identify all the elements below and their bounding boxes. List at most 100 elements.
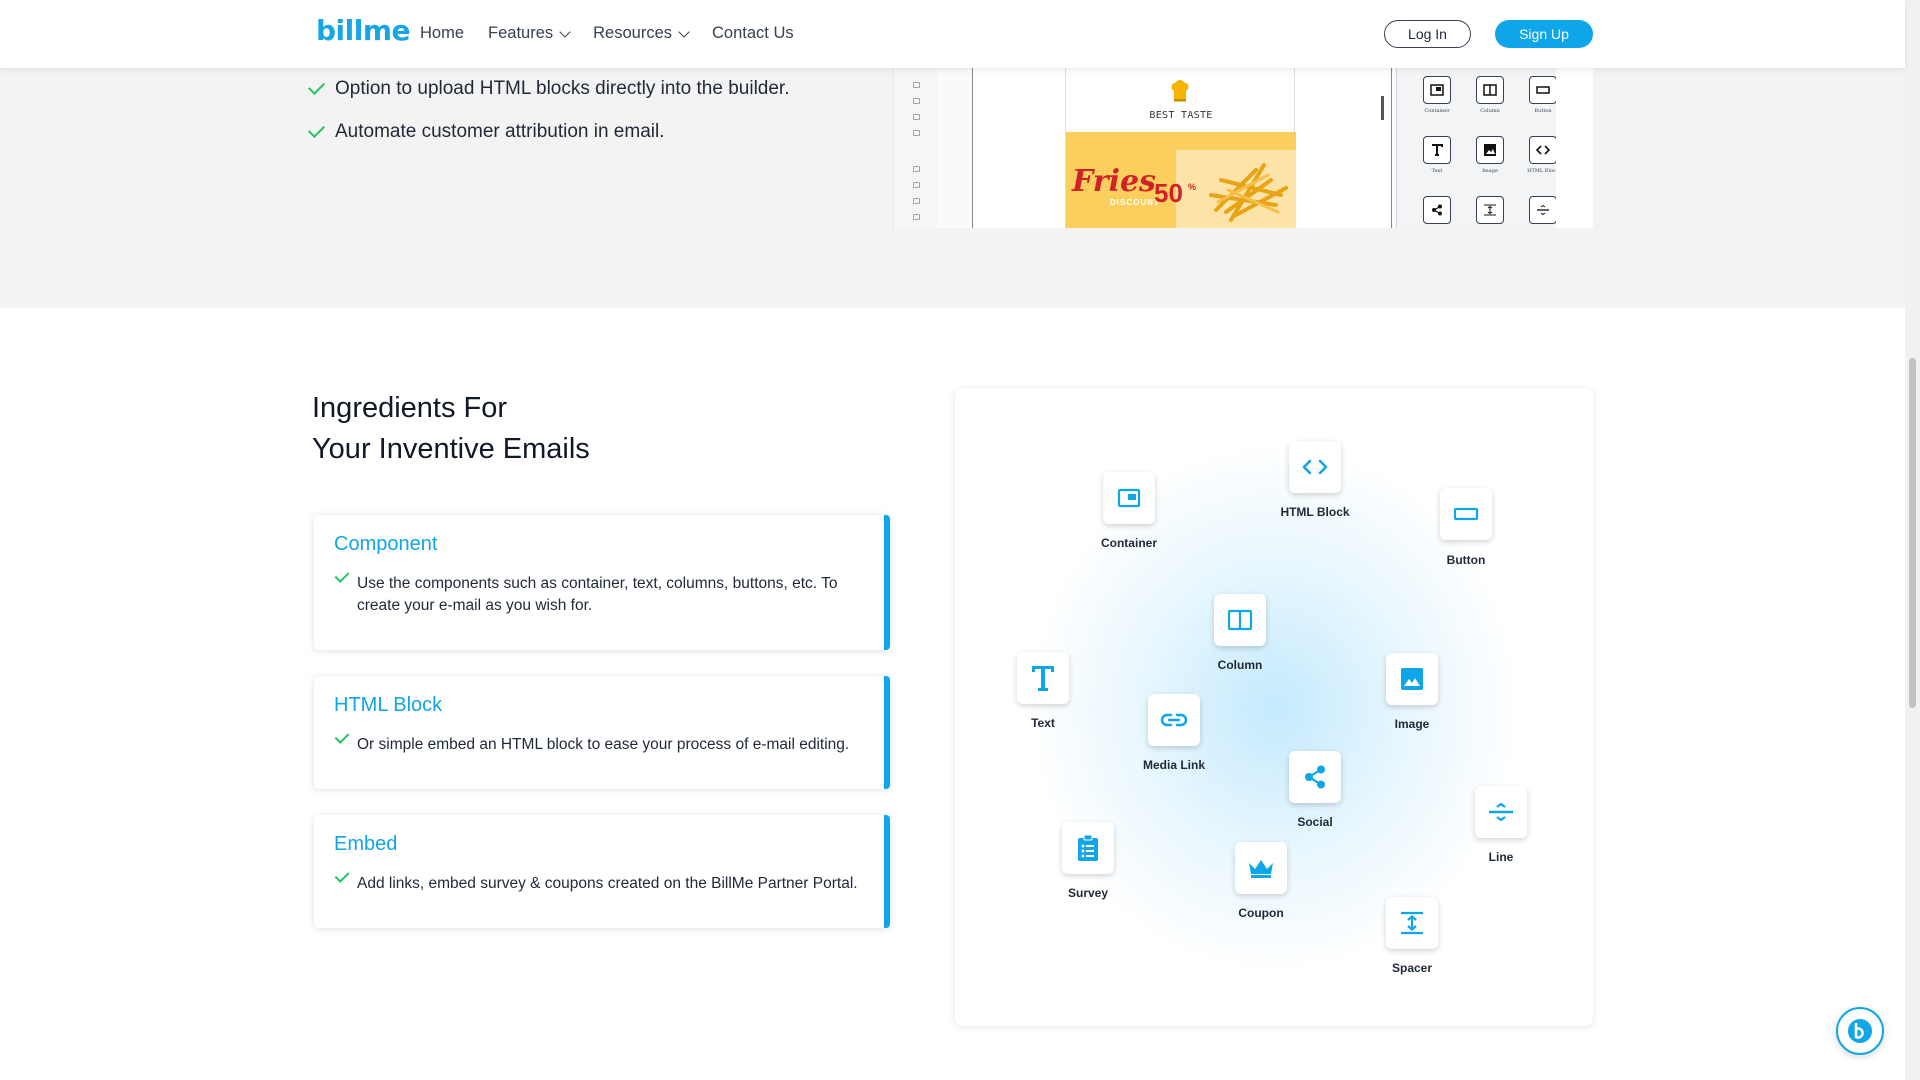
node-label: Column: [1217, 658, 1263, 672]
node-text[interactable]: [1017, 652, 1069, 704]
tool-icon: [913, 214, 920, 220]
node-spacer[interactable]: [1386, 897, 1438, 949]
node-container[interactable]: [1103, 472, 1155, 524]
chevron-down-icon: [678, 25, 690, 38]
feature-text: Option to upload HTML blocks directly in…: [335, 78, 790, 99]
text-icon: [1032, 666, 1054, 691]
node-label: Button: [1446, 553, 1486, 567]
navbar: billme Home Features Resources Contact U…: [0, 0, 1905, 68]
node-coupon[interactable]: [1235, 842, 1287, 894]
card-text: Or simple embed an HTML block to ease yo…: [357, 736, 850, 753]
button-icon: [1453, 507, 1479, 521]
node-button[interactable]: [1440, 488, 1492, 540]
feature-item: Automate customer attribution in email.: [308, 120, 665, 143]
node-image[interactable]: [1386, 653, 1438, 705]
login-button[interactable]: Log In: [1384, 20, 1471, 48]
signup-button[interactable]: Sign Up: [1495, 20, 1593, 48]
divider-icon: [1537, 204, 1549, 216]
panel-html-icon[interactable]: [1529, 136, 1557, 164]
panel-spacer-icon[interactable]: [1476, 196, 1504, 224]
container-icon: [1117, 488, 1141, 508]
tool-icon: [913, 166, 920, 172]
node-label: Survey: [1067, 886, 1109, 900]
builder-tool-sidebar: [894, 68, 938, 228]
node-label: Social: [1297, 815, 1333, 829]
spacer-icon: [1484, 204, 1496, 216]
check-icon: [334, 868, 350, 883]
email-builder-preview: BEST TASTE Fries DISCOUNT 50 % Container…: [893, 68, 1593, 228]
node-survey[interactable]: [1062, 822, 1114, 874]
crown-icon: [1249, 860, 1273, 878]
card-title: Component: [334, 533, 438, 555]
nav-features[interactable]: Features: [488, 24, 571, 43]
html-block-card[interactable]: HTML Block Or simple embed an HTML block…: [314, 676, 890, 789]
node-label: Text: [1031, 716, 1055, 730]
clipboard-icon: [1078, 834, 1098, 861]
tool-icon: [913, 198, 920, 204]
nav-links: Home Features Resources Contact Us: [420, 24, 794, 43]
card-text: Use the components such as container, te…: [357, 575, 838, 614]
heading-line-1: Ingredients For: [312, 392, 508, 424]
node-line[interactable]: [1475, 786, 1527, 838]
code-icon: [1536, 145, 1550, 155]
panel-divider-icon[interactable]: [1529, 196, 1557, 224]
tool-icon: [913, 114, 920, 120]
chat-launcher-button[interactable]: [1836, 1007, 1884, 1055]
card-text: Add links, embed survey & coupons create…: [357, 875, 858, 892]
spacer-icon: [1401, 911, 1423, 935]
node-column[interactable]: [1214, 594, 1266, 646]
container-icon: [1430, 84, 1444, 96]
banner-subtitle: DISCOUNT: [1110, 198, 1160, 207]
node-media-link[interactable]: [1148, 694, 1200, 746]
node-label: Image: [1394, 717, 1430, 731]
chevron-down-icon: [559, 25, 571, 38]
node-label: Line: [1488, 850, 1514, 864]
nav-home[interactable]: Home: [420, 24, 464, 43]
code-icon: [1302, 459, 1328, 475]
node-html-block[interactable]: [1289, 441, 1341, 493]
component-card[interactable]: Component Use the components such as con…: [314, 515, 890, 650]
email-tagline: BEST TASTE: [1149, 110, 1213, 121]
builder-component-panel: Container Column Button Text Image HTML …: [1396, 68, 1559, 228]
builder-right-margin: [1556, 68, 1593, 228]
image-icon: [1401, 668, 1423, 690]
nav-resources-label: Resources: [593, 24, 673, 42]
node-social[interactable]: [1289, 751, 1341, 803]
banner-percent: %: [1188, 182, 1197, 192]
chef-hat-icon: [1171, 80, 1189, 102]
tool-icon: [913, 82, 920, 88]
node-label: Coupon: [1238, 906, 1284, 920]
nav-resources[interactable]: Resources: [593, 24, 690, 43]
node-label: Media Link: [1142, 758, 1205, 772]
node-label: HTML Block: [1280, 505, 1350, 519]
check-icon: [334, 568, 350, 583]
panel-button-icon[interactable]: [1529, 76, 1557, 104]
share-icon: [1305, 765, 1325, 789]
canvas-scrollbar[interactable]: [1381, 96, 1384, 120]
tool-icon: [913, 98, 920, 104]
embed-card[interactable]: Embed Add links, embed survey & coupons …: [314, 815, 890, 928]
heading-line-2: Your Inventive Emails: [312, 433, 590, 465]
node-label: Spacer: [1391, 961, 1433, 975]
text-icon: [1432, 144, 1443, 156]
panel-image-icon[interactable]: [1476, 136, 1504, 164]
panel-share-icon[interactable]: [1423, 196, 1451, 224]
chat-logo-icon: [1848, 1019, 1872, 1043]
scrollbar-thumb[interactable]: [1909, 358, 1916, 708]
panel-text-icon[interactable]: [1423, 136, 1451, 164]
tool-icon: [913, 130, 920, 136]
banner-title: Fries: [1072, 164, 1156, 199]
email-preview: BEST TASTE Fries DISCOUNT 50 %: [1065, 68, 1296, 228]
tool-icon: [913, 182, 920, 188]
image-icon: [1484, 144, 1496, 156]
components-diagram: Container HTML Block Button Column Text …: [955, 388, 1593, 1026]
banner-discount-value: 50: [1154, 178, 1183, 208]
panel-container-icon[interactable]: [1423, 76, 1451, 104]
billme-logo[interactable]: billme: [316, 14, 411, 47]
node-label: Container: [1100, 536, 1157, 550]
link-icon: [1160, 713, 1188, 727]
nav-features-label: Features: [488, 24, 554, 42]
share-icon: [1432, 204, 1442, 216]
panel-column-icon[interactable]: [1476, 76, 1504, 104]
nav-contact[interactable]: Contact Us: [712, 24, 794, 43]
